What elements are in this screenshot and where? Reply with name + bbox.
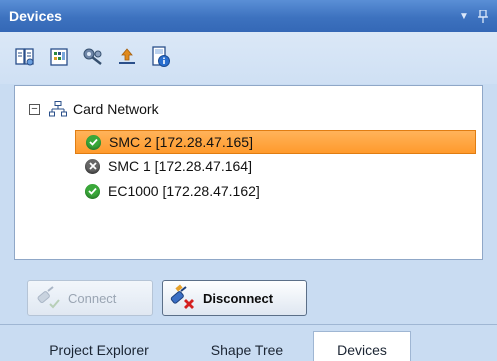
panel-title: Devices (9, 8, 62, 24)
devices-panel: Devices ▼ − Card Network SMC 2 [172.28.4… (0, 0, 497, 361)
device-label: SMC 2 [172.28.47.165] (109, 134, 253, 150)
toolbar (0, 32, 497, 84)
connected-check-icon (85, 183, 100, 199)
offline-x-icon (85, 158, 100, 174)
connect-button[interactable]: Connect (27, 280, 153, 316)
button-strip: Connect Disconnect (0, 262, 497, 324)
tab-devices[interactable]: Devices (313, 331, 411, 361)
device-tree: − Card Network SMC 2 [172.28.47.165] SMC… (14, 85, 483, 260)
tab-shape-tree[interactable]: Shape Tree (187, 339, 307, 361)
upload-icon[interactable] (114, 44, 140, 70)
connected-check-icon (86, 134, 101, 150)
connect-label: Connect (68, 290, 117, 306)
device-row-smc2[interactable]: SMC 2 [172.28.47.165] (75, 130, 476, 154)
pin-icon[interactable] (474, 0, 492, 32)
disconnect-plug-icon (163, 281, 203, 315)
device-label: EC1000 [172.28.47.162] (108, 183, 260, 199)
device-label: SMC 1 [172.28.47.164] (108, 158, 252, 174)
network-icon (48, 100, 68, 118)
panel-title-bar: Devices ▼ (0, 0, 497, 32)
disconnect-label: Disconnect (203, 290, 274, 306)
bottom-tab-strip: Project Explorer Shape Tree Devices (0, 324, 497, 361)
dropdown-arrow-icon[interactable]: ▼ (455, 0, 473, 32)
disconnect-button[interactable]: Disconnect (162, 280, 307, 316)
settings-wrench-icon[interactable] (80, 44, 106, 70)
tree-root-label: Card Network (73, 101, 159, 117)
tab-project-explorer[interactable]: Project Explorer (23, 339, 175, 361)
device-row-ec1000[interactable]: EC1000 [172.28.47.162] (75, 179, 260, 203)
device-row-smc1[interactable]: SMC 1 [172.28.47.164] (75, 154, 252, 178)
device-list-icon[interactable] (12, 44, 38, 70)
connect-plug-icon (28, 281, 68, 315)
tree-root-node[interactable]: − Card Network (29, 98, 159, 120)
collapse-icon[interactable]: − (29, 103, 40, 115)
device-info-icon[interactable] (148, 44, 174, 70)
device-config-icon[interactable] (46, 44, 72, 70)
